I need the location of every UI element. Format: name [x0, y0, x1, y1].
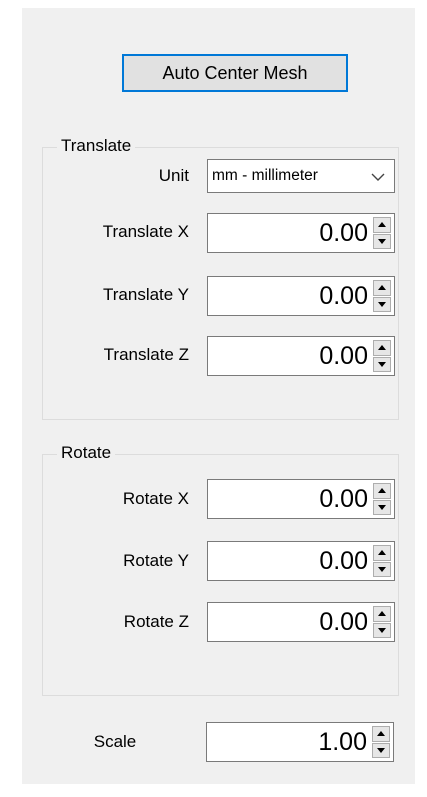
spin-up-icon[interactable] — [373, 545, 391, 561]
rotate-z-input[interactable]: 0.00 — [207, 602, 395, 642]
spin-up-icon[interactable] — [373, 217, 391, 233]
translate-x-spinner — [373, 217, 391, 249]
unit-label: Unit — [158, 166, 189, 185]
rotate-group: Rotate Rotate X 0.00 Rotate Y 0.00 Rotat… — [42, 442, 399, 696]
translate-z-label: Translate Z — [103, 345, 189, 364]
translate-z-spinner — [373, 340, 391, 372]
translate-x-value: 0.00 — [319, 218, 368, 247]
spin-down-icon[interactable] — [373, 233, 391, 249]
rotate-x-spinner — [373, 483, 391, 515]
auto-center-mesh-button[interactable]: Auto Center Mesh — [122, 54, 348, 92]
spin-up-icon[interactable] — [373, 340, 391, 356]
rotate-y-input[interactable]: 0.00 — [207, 541, 395, 581]
rotate-y-spinner — [373, 545, 391, 577]
spin-down-icon[interactable] — [373, 296, 391, 312]
translate-group: Translate Unit mm - millimeter Translate… — [42, 135, 399, 420]
spin-down-icon[interactable] — [373, 356, 391, 372]
rotate-group-title: Rotate — [57, 442, 116, 464]
scale-label: Scale — [93, 732, 137, 751]
spin-up-icon[interactable] — [372, 726, 390, 742]
rotate-y-label: Rotate Y — [123, 551, 189, 570]
rotate-x-label: Rotate X — [122, 489, 189, 508]
translate-y-label: Translate Y — [103, 285, 189, 304]
spin-down-icon[interactable] — [373, 499, 391, 515]
spin-up-icon[interactable] — [373, 280, 391, 296]
spin-up-icon[interactable] — [373, 483, 391, 499]
spin-down-icon[interactable] — [373, 561, 391, 577]
rotate-z-spinner — [373, 606, 391, 638]
unit-select-value: mm - millimeter — [212, 167, 318, 184]
chevron-down-icon — [371, 173, 385, 181]
rotate-x-input[interactable]: 0.00 — [207, 479, 395, 519]
scale-value: 1.00 — [318, 727, 367, 756]
translate-z-input[interactable]: 0.00 — [207, 336, 395, 376]
translate-y-spinner — [373, 280, 391, 312]
translate-y-input[interactable]: 0.00 — [207, 276, 395, 316]
spin-down-icon[interactable] — [373, 622, 391, 638]
scale-spinner — [372, 726, 390, 758]
spin-down-icon[interactable] — [372, 742, 390, 758]
spin-up-icon[interactable] — [373, 606, 391, 622]
rotate-x-value: 0.00 — [319, 484, 368, 513]
rotate-z-value: 0.00 — [319, 607, 368, 636]
translate-x-input[interactable]: 0.00 — [207, 213, 395, 253]
rotate-z-label: Rotate Z — [123, 612, 189, 631]
rotate-y-value: 0.00 — [319, 546, 368, 575]
translate-x-label: Translate X — [102, 222, 189, 241]
transform-panel: Auto Center Mesh Translate Unit mm - mil… — [22, 8, 415, 784]
translate-y-value: 0.00 — [319, 281, 368, 310]
translate-group-title: Translate — [57, 135, 136, 157]
scale-input[interactable]: 1.00 — [206, 722, 394, 762]
unit-select[interactable]: mm - millimeter — [207, 159, 395, 193]
translate-z-value: 0.00 — [319, 341, 368, 370]
